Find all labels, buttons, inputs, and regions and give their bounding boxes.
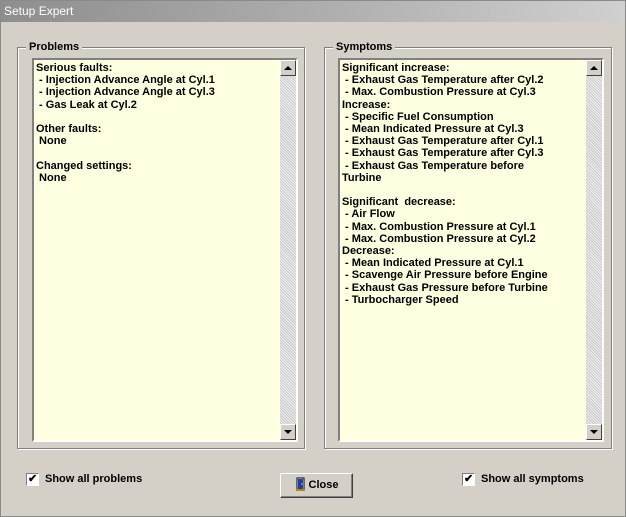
check-mark-icon: ✔	[28, 473, 38, 485]
check-mark-icon: ✔	[464, 473, 474, 485]
list-line: None	[36, 135, 67, 148]
show-all-problems-label: Show all problems	[45, 473, 143, 485]
door-exit-icon	[295, 477, 305, 492]
show-all-problems-checkbox[interactable]: ✔ Show all problems	[26, 473, 142, 486]
window-title: Setup Expert	[1, 1, 625, 22]
list-line: Serious faults:	[36, 62, 113, 74]
problems-list-text: Serious faults: - Injection Advance Angl…	[36, 62, 215, 184]
list-line: - Max. Combustion Pressure at Cyl.3	[342, 86, 536, 99]
close-button[interactable]: Close	[280, 473, 353, 498]
problems-group: Problems Serious faults: - Injection Adv…	[17, 40, 305, 449]
show-all-symptoms-checkbox[interactable]: ✔ Show all symptoms	[462, 473, 584, 486]
list-line: - Exhaust Gas Temperature after Cyl.3	[342, 147, 544, 160]
checkbox-box[interactable]: ✔	[26, 473, 39, 486]
list-line: - Exhaust Gas Temperature after Cyl.1	[342, 135, 544, 148]
list-line: - Exhaust Gas Temperature after Cyl.2	[342, 74, 544, 87]
list-line: - Turbocharger Speed	[342, 293, 459, 306]
list-line	[36, 111, 215, 123]
problems-list[interactable]: Serious faults: - Injection Advance Angl…	[32, 58, 298, 442]
list-line	[342, 184, 548, 196]
list-line: - Injection Advance Angle at Cyl.1	[36, 74, 215, 87]
problems-scroll-up-button[interactable]	[280, 60, 296, 76]
show-all-symptoms-label: Show all symptoms	[481, 473, 584, 485]
list-line: Significant increase:	[342, 62, 450, 74]
list-line	[36, 147, 215, 159]
problems-scrollbar[interactable]	[280, 60, 296, 440]
symptoms-scroll-up-button[interactable]	[586, 60, 602, 76]
list-line: - Max. Combustion Pressure at Cyl.1	[342, 220, 536, 233]
list-line: Turbine	[342, 171, 382, 184]
problems-group-label: Problems	[26, 40, 83, 54]
close-button-label: Close	[308, 479, 339, 491]
list-line: - Injection Advance Angle at Cyl.3	[36, 86, 215, 99]
problems-scroll-down-button[interactable]	[280, 424, 296, 440]
list-line: - Max. Combustion Pressure at Cyl.2	[342, 232, 536, 245]
arrow-down-icon	[284, 430, 292, 434]
list-line: - Gas Leak at Cyl.2	[36, 98, 137, 111]
list-line: Increase:	[342, 98, 391, 111]
symptoms-list-text: Significant increase: - Exhaust Gas Temp…	[342, 62, 548, 306]
list-line: Other faults:	[36, 123, 102, 136]
list-line: Significant decrease:	[342, 196, 456, 209]
symptoms-list[interactable]: Significant increase: - Exhaust Gas Temp…	[338, 58, 604, 442]
list-line: - Exhaust Gas Temperature before	[342, 159, 524, 172]
arrow-down-icon	[590, 430, 598, 434]
list-line: None	[36, 171, 67, 184]
setup-expert-window: Setup Expert Problems Serious faults: - …	[0, 0, 626, 517]
list-line: - Scavenge Air Pressure before Engine	[342, 269, 548, 282]
arrow-up-icon	[284, 66, 292, 70]
symptoms-scrollbar[interactable]	[586, 60, 602, 440]
list-line: - Mean Indicated Pressure at Cyl.3	[342, 123, 524, 136]
arrow-up-icon	[590, 66, 598, 70]
list-line: - Air Flow	[342, 208, 395, 221]
symptoms-group: Symptoms Significant increase: - Exhaust…	[324, 40, 612, 449]
list-line: Changed settings:	[36, 159, 132, 172]
list-line: - Specific Fuel Consumption	[342, 110, 494, 123]
list-line: - Exhaust Gas Pressure before Turbine	[342, 281, 548, 294]
symptoms-scroll-down-button[interactable]	[586, 424, 602, 440]
checkbox-box[interactable]: ✔	[462, 473, 475, 486]
list-line: - Mean Indicated Pressure at Cyl.1	[342, 257, 524, 270]
list-line: Decrease:	[342, 245, 395, 258]
symptoms-group-label: Symptoms	[333, 40, 396, 54]
